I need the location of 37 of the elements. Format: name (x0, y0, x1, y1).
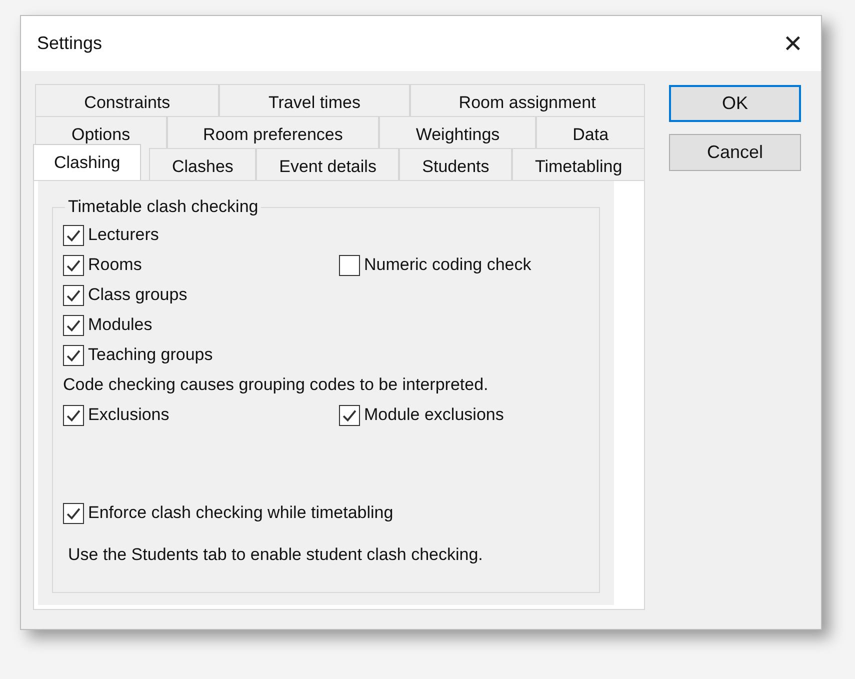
tab[interactable]: Travel times (219, 84, 410, 116)
tab[interactable]: Event details (256, 148, 400, 180)
group-title: Timetable clash checking (65, 197, 262, 217)
checkbox-label[interactable]: Module exclusions (364, 405, 504, 425)
checkbox[interactable] (63, 404, 84, 426)
checkbox[interactable] (63, 224, 84, 246)
checkbox[interactable] (63, 344, 84, 366)
checkbox[interactable] (63, 254, 84, 276)
checkbox[interactable] (63, 314, 84, 336)
tab[interactable]: Clashing (33, 144, 142, 180)
tab[interactable]: Room assignment (410, 84, 645, 116)
tab[interactable]: Timetabling (512, 148, 646, 180)
window-title: Settings (37, 33, 102, 54)
checkbox-label[interactable]: Rooms (88, 255, 142, 275)
checkbox-label[interactable]: Modules (88, 315, 152, 335)
checkbox[interactable] (339, 254, 360, 276)
note-text: Use the Students tab to enable student clash checking. (67, 545, 483, 565)
tab[interactable]: Clashes (149, 148, 256, 180)
tab[interactable]: Data (536, 116, 646, 148)
checkbox-label[interactable]: Numeric coding check (364, 255, 532, 275)
tab[interactable]: Room preferences (166, 116, 380, 148)
checkbox-label[interactable]: Class groups (88, 285, 188, 305)
checkbox[interactable] (63, 502, 84, 524)
checkbox-label[interactable]: Enforce clash checking while timetabling (88, 503, 394, 523)
tab[interactable]: Weightings (379, 116, 536, 148)
tab[interactable]: Students (399, 148, 512, 180)
tab[interactable]: Options (35, 116, 167, 148)
checkbox-label[interactable]: Teaching groups (88, 345, 213, 365)
checkbox-label[interactable]: Lecturers (88, 225, 159, 245)
note-text: Code checking causes grouping codes to be interpreted. (63, 375, 488, 395)
close-button[interactable]: ✕ (776, 30, 809, 58)
checkbox-label[interactable]: Exclusions (88, 405, 170, 425)
checkbox[interactable] (63, 284, 84, 306)
checkbox[interactable] (339, 404, 360, 426)
tab[interactable]: Constraints (35, 84, 220, 116)
dialog-button[interactable]: OK (669, 85, 801, 122)
dialog-button[interactable]: Cancel (669, 134, 801, 171)
